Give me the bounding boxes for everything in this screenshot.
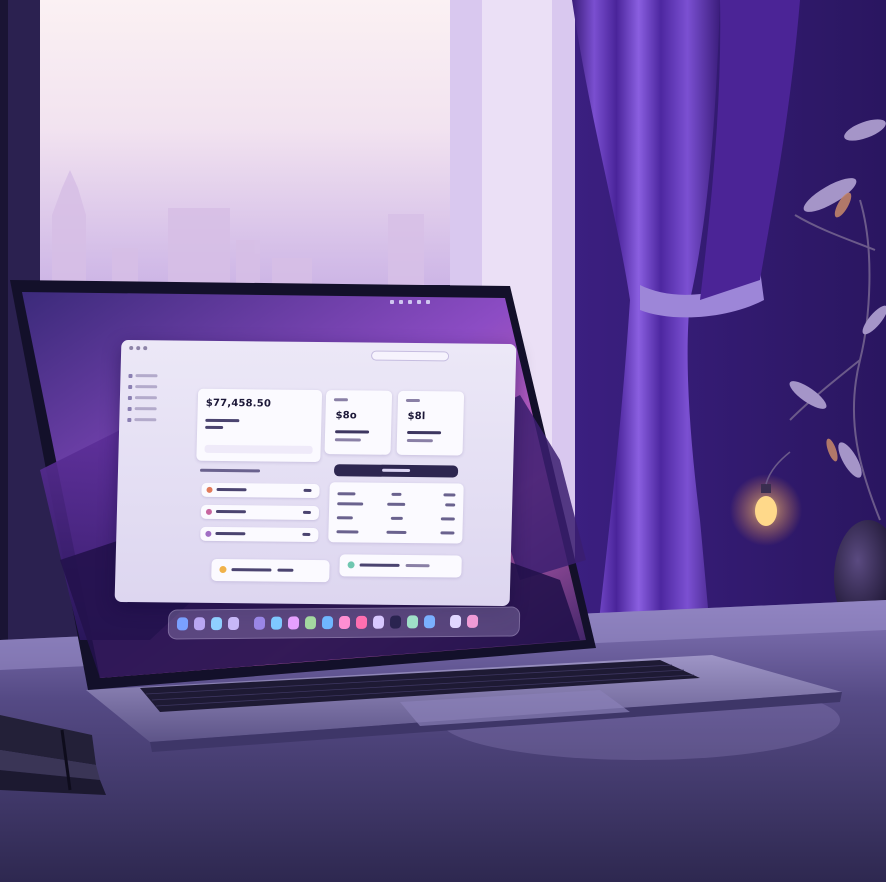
dock-app-icon[interactable] <box>406 615 419 629</box>
bottom-card-label <box>359 563 400 567</box>
primary-button[interactable] <box>333 464 459 478</box>
bottom-card-icon <box>347 561 355 569</box>
dock-app-icon[interactable] <box>355 615 368 629</box>
list-item-amount <box>302 532 311 536</box>
section-title <box>200 468 261 473</box>
dock-app-icon[interactable] <box>389 615 402 629</box>
stat-sub <box>407 430 442 435</box>
table-row[interactable] <box>336 530 455 535</box>
window-controls <box>129 346 148 351</box>
minimize-dot[interactable] <box>136 346 141 351</box>
detail-line <box>205 418 240 423</box>
bottom-card-2[interactable] <box>339 554 462 578</box>
primary-button-label <box>382 468 411 472</box>
finance-app-window: $77,458.50 $8o $8l <box>114 339 517 607</box>
table-row[interactable] <box>337 502 456 507</box>
list-item-icon <box>205 530 212 537</box>
stat-card-b[interactable]: $8l <box>396 390 465 456</box>
dock-app-icon[interactable] <box>287 616 300 630</box>
stat-card-a[interactable]: $8o <box>324 390 393 455</box>
dock-app-icon[interactable] <box>449 614 462 629</box>
sidebar-item-label <box>134 407 157 411</box>
control-center-icon <box>408 300 412 304</box>
dock-app-icon[interactable] <box>338 615 351 630</box>
table-row[interactable] <box>336 516 455 521</box>
list-item[interactable] <box>200 504 320 521</box>
list-item-amount <box>303 488 312 492</box>
sidebar-item-label <box>134 418 157 422</box>
wifi-icon <box>390 300 394 304</box>
scene: $77,458.50 $8o $8l <box>0 0 886 882</box>
bottom-card-1[interactable] <box>211 558 330 583</box>
table-row[interactable] <box>337 492 456 497</box>
dock-app-icon[interactable] <box>423 615 436 629</box>
stat-sub <box>335 430 370 434</box>
balance-row[interactable] <box>204 444 313 454</box>
chart-icon <box>128 384 133 389</box>
stat-label <box>333 398 348 402</box>
battery-icon <box>399 300 403 304</box>
maximize-dot[interactable] <box>143 346 148 351</box>
menubar-status-icons <box>390 300 430 304</box>
bottom-card-icon <box>219 566 227 574</box>
dock-app-icon[interactable] <box>372 615 385 629</box>
card-icon <box>127 406 132 411</box>
list-item-icon <box>206 486 213 493</box>
list-item-label <box>215 531 246 536</box>
sidebar-item-label <box>134 396 157 400</box>
sidebar-item[interactable] <box>127 414 173 425</box>
search-field[interactable] <box>370 350 450 362</box>
search-icon <box>417 300 421 304</box>
balance-amount: $77,458.50 <box>205 397 272 410</box>
stat-sub <box>334 438 361 442</box>
sidebar-item[interactable] <box>128 370 174 381</box>
stat-value-a: $8o <box>335 410 358 422</box>
list-item[interactable] <box>201 482 320 499</box>
balance-card[interactable]: $77,458.50 <box>196 388 323 463</box>
dock-app-icon[interactable] <box>304 616 317 630</box>
list-item-label <box>215 509 247 514</box>
list-item-label <box>216 487 247 492</box>
list-item[interactable] <box>200 526 319 543</box>
dock-app-icon[interactable] <box>210 617 223 631</box>
stat-label <box>405 398 420 403</box>
sidebar-item-label <box>135 374 158 378</box>
dock-app-icon[interactable] <box>466 614 479 628</box>
list-item-amount <box>302 510 312 514</box>
dock <box>167 606 521 640</box>
dock-app-icon[interactable] <box>270 616 283 630</box>
bottom-card-label <box>231 568 272 572</box>
dock-app-icon[interactable] <box>321 616 334 630</box>
sidebar-item[interactable] <box>128 381 174 392</box>
app-sidebar <box>127 370 174 425</box>
dock-app-icon[interactable] <box>176 617 189 631</box>
detail-line <box>205 425 224 430</box>
settings-icon <box>127 417 132 422</box>
stat-value-b: $8l <box>407 410 426 423</box>
wallet-icon <box>127 395 132 400</box>
user-icon <box>426 300 430 304</box>
stat-sub <box>406 438 433 443</box>
bottom-card-value <box>277 568 294 572</box>
dock-app-icon[interactable] <box>193 617 206 631</box>
transactions-table[interactable] <box>328 482 464 544</box>
balance-details <box>205 418 240 433</box>
sidebar-item-label <box>135 385 158 389</box>
dock-app-icon[interactable] <box>227 616 240 631</box>
bottom-card-value <box>405 563 430 568</box>
close-dot[interactable] <box>129 346 134 351</box>
sidebar-item[interactable] <box>127 392 174 403</box>
home-icon <box>128 373 133 378</box>
dock-app-icon[interactable] <box>253 616 266 630</box>
sidebar-item[interactable] <box>127 403 173 414</box>
list-item-icon <box>205 508 213 515</box>
